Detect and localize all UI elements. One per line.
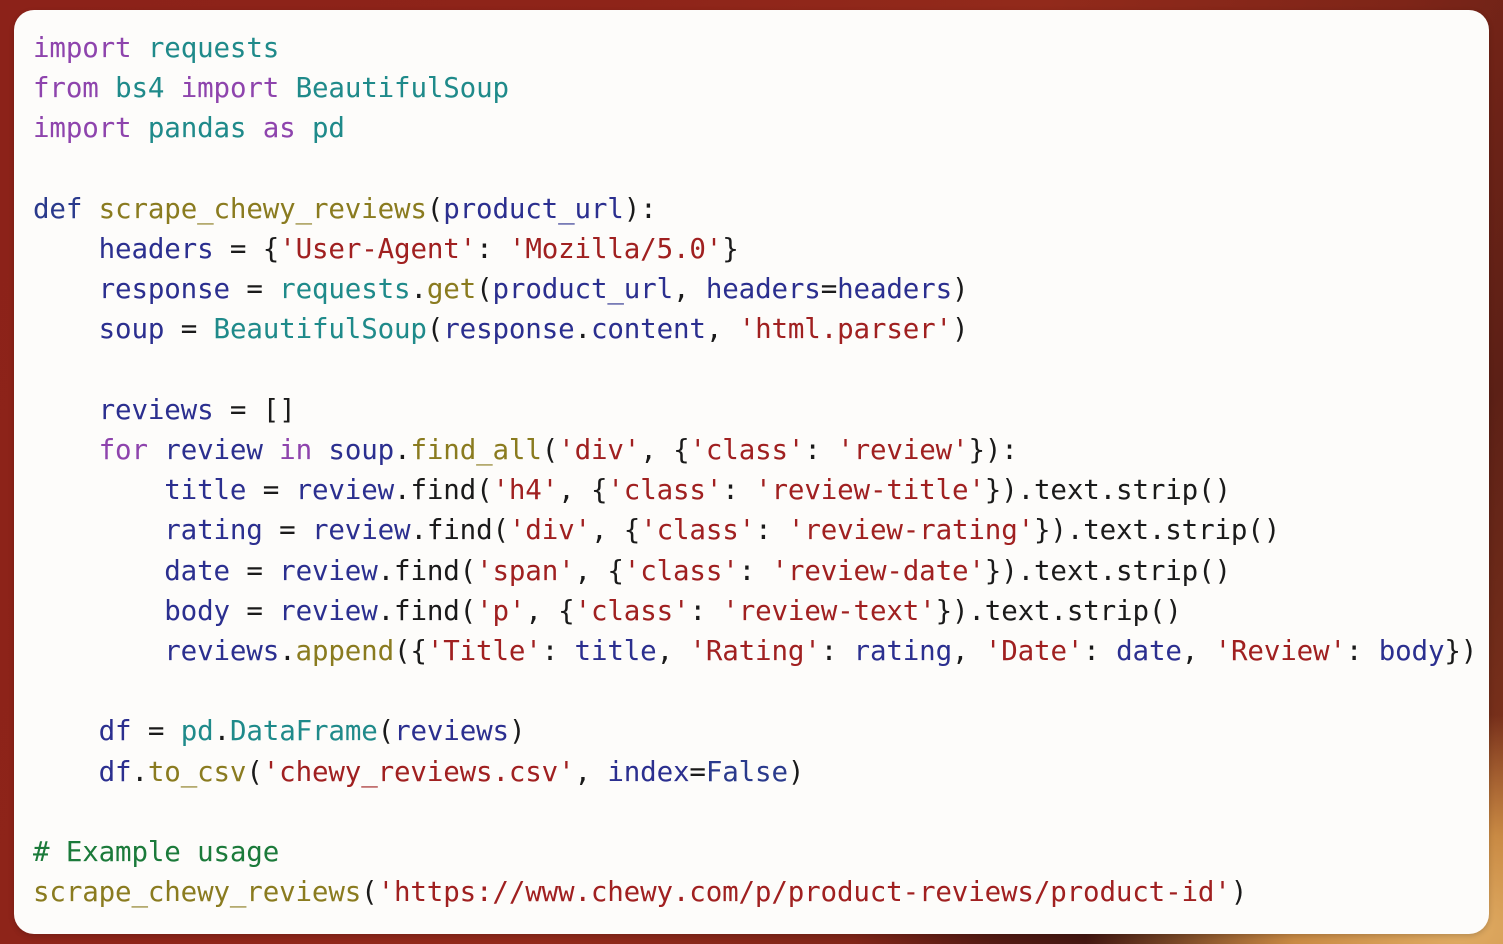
code-line: headers = {'User-Agent': 'Mozilla/5.0'}: [98, 233, 739, 266]
code-line: import requests: [33, 32, 280, 64]
code-line: scrape_chewy_reviews('https://www.chewy.…: [33, 876, 1248, 909]
backdrop: import requests from bs4 import Beautifu…: [0, 0, 1503, 944]
code-line: rating = review.find('div', {'class': 'r…: [164, 514, 1281, 547]
code-line: reviews = []: [98, 393, 296, 426]
code-card: import requests from bs4 import Beautifu…: [14, 10, 1489, 934]
code-line: body = review.find('p', {'class': 'revie…: [164, 594, 1182, 627]
code-block[interactable]: import requests from bs4 import Beautifu…: [33, 28, 1477, 912]
code-line: title = review.find('h4', {'class': 'rev…: [164, 474, 1231, 507]
code-line: from bs4 import BeautifulSoup: [33, 72, 509, 105]
code-line: df = pd.DataFrame(reviews): [98, 715, 526, 748]
code-line: def scrape_chewy_reviews(product_url):: [33, 192, 657, 225]
code-line: date = review.find('span', {'class': 're…: [164, 554, 1231, 587]
code-line: import pandas as pd: [33, 112, 345, 145]
code-line-comment: # Example usage: [33, 836, 280, 869]
code-line: soup = BeautifulSoup(response.content, '…: [98, 313, 969, 346]
code-line: for review in soup.find_all('div', {'cla…: [98, 434, 1018, 467]
code-line: df.to_csv('chewy_reviews.csv', index=Fal…: [98, 755, 805, 788]
code-line: response = requests.get(product_url, hea…: [98, 273, 969, 306]
code-line: reviews.append({'Title': title, 'Rating'…: [164, 635, 1478, 668]
